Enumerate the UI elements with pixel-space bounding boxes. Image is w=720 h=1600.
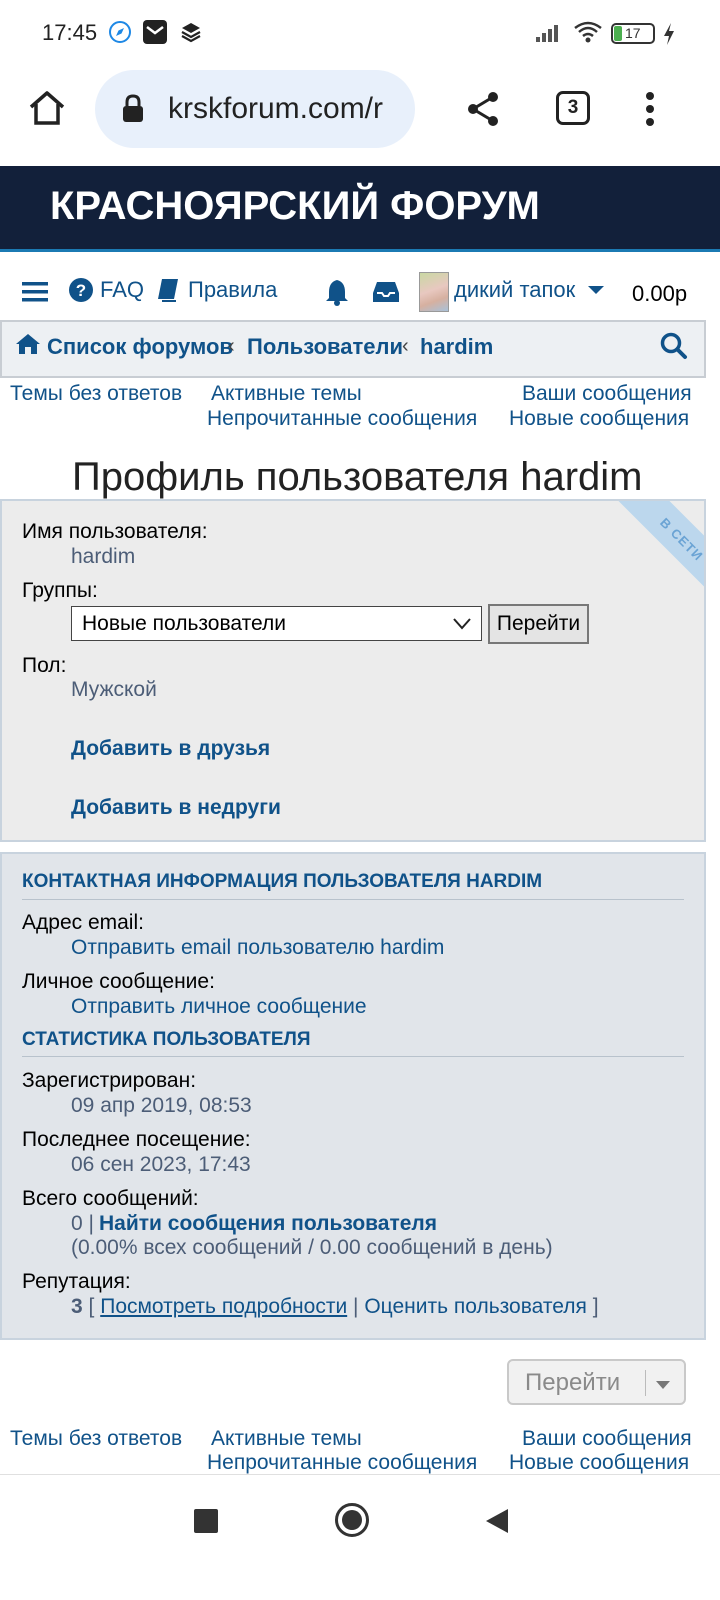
share-icon[interactable] — [465, 90, 501, 133]
send-pm-link[interactable]: Отправить личное сообщение — [71, 995, 367, 1019]
signal-icon — [534, 19, 564, 45]
link-new-posts[interactable]: Новые сообщения — [509, 407, 689, 431]
find-posts-link[interactable]: Найти сообщения пользователя — [99, 1212, 437, 1236]
url-text[interactable]: krskforum.com/r — [168, 92, 400, 126]
jump-divider — [645, 1370, 646, 1396]
link-unanswered[interactable]: Темы без ответов — [10, 1427, 182, 1451]
compass-icon — [107, 19, 133, 45]
send-email-link[interactable]: Отправить email пользователю hardim — [71, 936, 444, 960]
recent-apps-icon[interactable] — [194, 1509, 218, 1533]
link-your-posts[interactable]: Ваши сообщения — [522, 382, 692, 406]
link-unread[interactable]: Непрочитанные сообщения — [207, 407, 477, 431]
caret-down-icon — [588, 286, 605, 294]
link-your-posts[interactable]: Ваши сообщения — [522, 1427, 692, 1451]
add-friend-link[interactable]: Добавить в друзья — [71, 737, 270, 761]
rules-label: Правила — [188, 277, 278, 302]
page-title: Профиль пользователя hardim — [72, 455, 643, 499]
svg-text:?: ? — [76, 281, 86, 300]
jump-button[interactable]: Перейти — [507, 1359, 686, 1405]
reputation-value: 3 — [71, 1295, 83, 1318]
charging-icon — [662, 22, 676, 51]
chevron-down-icon — [453, 618, 471, 630]
home-icon[interactable] — [27, 88, 67, 133]
posts-detail: (0.00% всех сообщений / 0.00 сообщений в… — [71, 1236, 553, 1259]
reputation-label: Репутация: — [22, 1270, 131, 1293]
registered-value: 09 апр 2019, 08:53 — [71, 1094, 252, 1117]
posts-label: Всего сообщений: — [22, 1187, 199, 1210]
breadcrumb-current[interactable]: hardim — [420, 334, 493, 360]
pm-label: Личное сообщение: — [22, 970, 215, 993]
groups-label: Группы: — [22, 579, 98, 602]
open-bracket: [ — [88, 1295, 95, 1318]
username-label: дикий тапок — [454, 277, 576, 302]
stats-heading: СТАТИСТИКА ПОЛЬЗОВАТЕЛЯ — [22, 1029, 311, 1050]
add-foe-link[interactable]: Добавить в недруги — [71, 796, 281, 820]
groups-select[interactable]: Новые пользователи — [71, 606, 482, 641]
status-time: 17:45 — [42, 20, 98, 45]
link-unread[interactable]: Непрочитанные сообщения — [207, 1451, 477, 1475]
tabs-count-button[interactable]: 3 — [556, 91, 590, 125]
online-ribbon: В СЕТИ — [598, 501, 704, 623]
rules-link[interactable]: Правила — [156, 277, 277, 303]
pipe-separator: | — [353, 1295, 359, 1318]
wifi-icon — [572, 19, 604, 45]
search-icon[interactable] — [660, 332, 688, 365]
divider — [22, 899, 684, 900]
rate-user-link[interactable]: Оценить пользователя — [364, 1295, 587, 1318]
gender-value: Мужской — [71, 678, 157, 701]
faq-label: FAQ — [100, 277, 145, 302]
gender-label: Пол: — [22, 654, 67, 677]
caret-down-icon — [656, 1381, 670, 1389]
mail-icon — [142, 19, 168, 45]
groups-go-button[interactable]: Перейти — [488, 604, 589, 644]
link-unanswered[interactable]: Темы без ответов — [10, 382, 182, 406]
link-new-posts[interactable]: Новые сообщения — [509, 1451, 689, 1475]
groups-selected: Новые пользователи — [82, 612, 286, 635]
reputation-row: 3 [ Посмотреть подробности | Оценить пол… — [71, 1295, 599, 1319]
close-bracket: ] — [592, 1295, 599, 1318]
email-label: Адрес email: — [22, 911, 144, 934]
last-visit-label: Последнее посещение: — [22, 1128, 251, 1151]
avatar[interactable] — [419, 272, 449, 312]
bell-icon[interactable] — [323, 278, 351, 311]
breadcrumb-separator: ‹ — [402, 335, 409, 357]
breadcrumb-users[interactable]: Пользователи — [247, 334, 403, 360]
faq-link[interactable]: ? FAQ — [68, 277, 144, 303]
question-circle-icon: ? — [69, 278, 93, 302]
breadcrumb-home[interactable]: Список форумов — [47, 334, 233, 360]
contact-heading: КОНТАКТНАЯ ИНФОРМАЦИЯ ПОЛЬЗОВАТЕЛЯ HARDI… — [22, 871, 543, 892]
last-visit-value: 06 сен 2023, 17:43 — [71, 1153, 251, 1176]
username-label: Имя пользователя: — [22, 520, 208, 543]
lock-icon — [121, 94, 145, 129]
balance: 0.00р — [632, 281, 688, 306]
username-value: hardim — [71, 545, 136, 568]
battery-icon: 17 — [611, 23, 655, 44]
user-menu[interactable]: дикий тапок — [454, 277, 605, 303]
back-icon[interactable] — [484, 1507, 510, 1540]
layers-icon — [178, 19, 204, 45]
forum-title[interactable]: КРАСНОЯРСКИЙ ФОРУМ — [50, 184, 540, 229]
breadcrumb-separator: ‹ — [228, 335, 235, 357]
book-icon — [158, 279, 178, 302]
menu-icon[interactable] — [22, 280, 48, 309]
view-details-link[interactable]: Посмотреть подробности — [100, 1295, 347, 1318]
home-crumb-icon — [15, 332, 41, 361]
divider — [22, 1056, 684, 1057]
battery-level: 17 — [625, 25, 641, 41]
home-nav-icon[interactable] — [334, 1502, 370, 1543]
more-menu-icon[interactable] — [640, 90, 660, 135]
inbox-icon[interactable] — [372, 280, 400, 309]
link-active[interactable]: Активные темы — [211, 1427, 362, 1451]
link-active[interactable]: Активные темы — [211, 382, 362, 406]
registered-label: Зарегистрирован: — [22, 1069, 197, 1092]
posts-count: 0 | — [71, 1212, 94, 1235]
jump-label: Перейти — [525, 1369, 621, 1396]
